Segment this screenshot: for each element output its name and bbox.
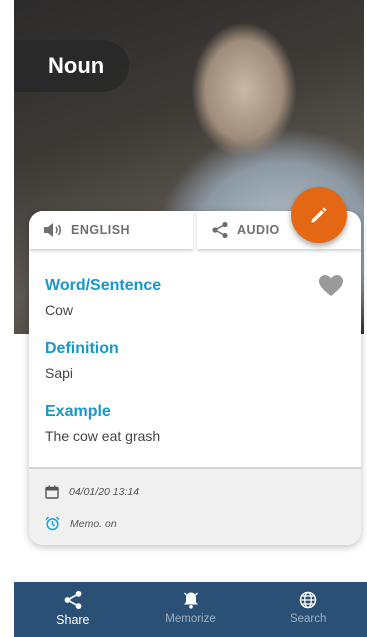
date-row: 04/01/20 13:14: [45, 485, 139, 499]
edit-fab-button[interactable]: [291, 187, 347, 243]
nav-search[interactable]: Search: [249, 582, 367, 637]
part-of-speech-badge: Noun: [14, 40, 129, 92]
example-label: Example: [45, 403, 111, 420]
bell-icon: [183, 592, 198, 609]
nav-share-label: Share: [56, 613, 90, 627]
audio-label: AUDIO: [237, 223, 280, 237]
word-sentence-value: Cow: [45, 302, 74, 318]
nav-memorize-label: Memorize: [165, 613, 216, 625]
nav-search-label: Search: [289, 613, 327, 625]
favorite-heart-icon[interactable]: [318, 274, 344, 298]
card-footer: 04/01/20 13:14 Memo. on: [29, 467, 361, 545]
alarm-clock-icon: [45, 516, 60, 531]
globe-icon: [299, 591, 317, 609]
part-of-speech-label: Noun: [48, 53, 105, 78]
calendar-icon: [45, 485, 59, 499]
bottom-navigation: Share Memorize Search: [14, 582, 367, 637]
nav-share[interactable]: Share: [14, 582, 132, 637]
pencil-icon: [311, 207, 327, 223]
memo-status: Memo. on: [70, 517, 117, 530]
word-sentence-label: Word/Sentence: [45, 277, 162, 294]
share-icon: [212, 221, 228, 239]
nav-memorize[interactable]: Memorize: [132, 582, 250, 637]
speaker-icon: [44, 223, 62, 237]
example-value: The cow eat grash: [45, 428, 161, 444]
word-card: ENGLISH AUDIO Word/Sentence Cow Definiti…: [29, 211, 361, 545]
share-icon: [64, 591, 82, 609]
definition-label: Definition: [45, 340, 119, 357]
definition-value: Sapi: [45, 365, 74, 381]
memo-row: Memo. on: [45, 516, 117, 531]
english-speak-button[interactable]: ENGLISH: [29, 211, 193, 249]
created-date: 04/01/20 13:14: [69, 486, 140, 498]
english-label: ENGLISH: [71, 223, 131, 237]
